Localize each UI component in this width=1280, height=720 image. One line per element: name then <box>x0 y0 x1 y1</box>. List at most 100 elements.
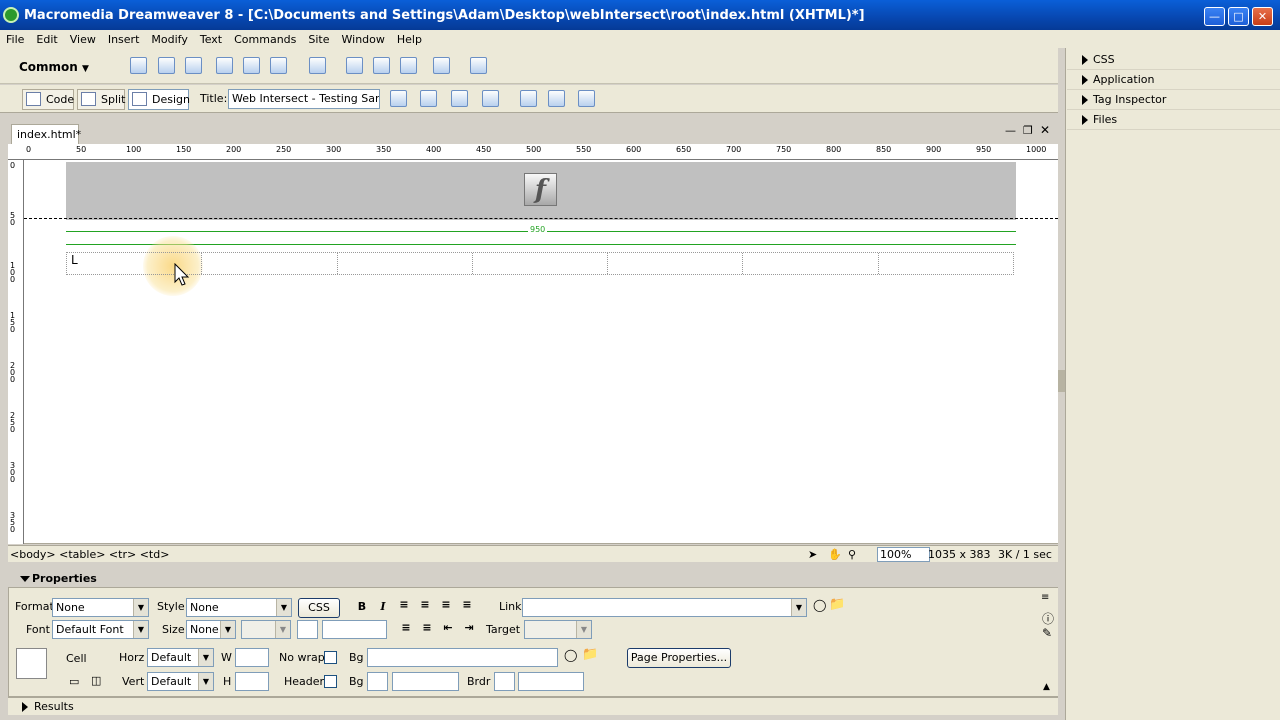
doc-restore-icon[interactable]: ❐ <box>1023 124 1033 137</box>
media-icon[interactable] <box>309 57 326 74</box>
email-link-icon[interactable] <box>158 57 175 74</box>
nowrap-checkbox[interactable] <box>324 651 337 664</box>
align-center-icon[interactable]: ≡ <box>417 598 433 611</box>
date-icon[interactable] <box>346 57 363 74</box>
close-button[interactable]: ✕ <box>1252 7 1273 26</box>
align-right-icon[interactable]: ≡ <box>438 598 454 611</box>
table-cell[interactable] <box>202 253 338 274</box>
point-to-file-icon[interactable]: ◯ <box>813 598 826 612</box>
unordered-list-icon[interactable]: ≡ <box>398 621 414 634</box>
preview-browser-icon[interactable] <box>482 90 499 107</box>
document-title-input[interactable]: Web Intersect - Testing Sandt <box>228 89 380 109</box>
minimize-button[interactable]: — <box>1204 7 1225 26</box>
page-properties-button[interactable]: Page Properties... <box>627 648 731 668</box>
quick-tag-editor-icon[interactable]: ✎ <box>1042 626 1052 640</box>
code-view-button[interactable]: Code <box>22 89 74 110</box>
format-select[interactable]: None ▼ <box>52 598 149 617</box>
bg-color-input[interactable] <box>392 672 459 691</box>
hand-tool-icon[interactable]: ✋ <box>828 547 842 562</box>
table-cell[interactable] <box>743 253 879 274</box>
properties-panel-header[interactable]: Properties <box>8 570 1060 587</box>
named-anchor-icon[interactable] <box>185 57 202 74</box>
zoom-tool-icon[interactable]: ⚲ <box>848 547 856 562</box>
zoom-select[interactable]: 100% <box>877 547 930 562</box>
merge-cells-icon[interactable]: ▭ <box>69 675 79 688</box>
visual-aids-icon[interactable] <box>578 90 595 107</box>
cell-height-input[interactable] <box>235 672 269 691</box>
layer-icon[interactable] <box>243 57 260 74</box>
header-checkbox[interactable] <box>324 675 337 688</box>
comment-icon[interactable] <box>400 57 417 74</box>
table-icon[interactable] <box>216 57 233 74</box>
menu-commands[interactable]: Commands <box>228 33 302 46</box>
options-menu-icon[interactable]: ≡ <box>1041 592 1049 603</box>
align-justify-icon[interactable]: ≡ <box>459 598 475 611</box>
bg-image-input[interactable] <box>367 648 558 667</box>
style-select[interactable]: None ▼ <box>186 598 292 617</box>
target-select[interactable]: ▼ <box>524 620 592 639</box>
point-to-file-icon[interactable]: ◯ <box>564 648 577 662</box>
panel-css[interactable]: CSS <box>1067 50 1280 70</box>
menu-help[interactable]: Help <box>391 33 428 46</box>
menu-text[interactable]: Text <box>194 33 228 46</box>
text-color-input[interactable] <box>322 620 387 639</box>
validate-icon[interactable] <box>390 90 407 107</box>
panel-application[interactable]: Application <box>1067 70 1280 90</box>
select-tool-icon[interactable]: ➤ <box>808 547 817 562</box>
menu-site[interactable]: Site <box>302 33 335 46</box>
splitter-grip[interactable] <box>1058 370 1065 392</box>
border-color-input[interactable] <box>518 672 584 691</box>
templates-icon[interactable] <box>433 57 450 74</box>
split-view-button[interactable]: Split <box>77 89 125 110</box>
split-cell-icon[interactable]: ◫ <box>91 674 101 687</box>
insert-category-select[interactable]: Common ▼ <box>19 60 89 74</box>
size-select[interactable]: None ▼ <box>186 620 236 639</box>
tag-chooser-icon[interactable] <box>470 57 487 74</box>
collapse-icon[interactable]: ▲ <box>1043 682 1050 692</box>
css-button[interactable]: CSS <box>298 598 340 618</box>
text-color-swatch[interactable] <box>297 620 318 639</box>
table-cell[interactable] <box>879 253 1013 274</box>
server-side-include-icon[interactable] <box>373 57 390 74</box>
cell-width-input[interactable] <box>235 648 269 667</box>
menu-view[interactable]: View <box>64 33 102 46</box>
doc-minimize-icon[interactable]: — <box>1005 124 1016 137</box>
document-tab[interactable]: index.html* <box>11 124 81 144</box>
indent-icon[interactable]: ⇥ <box>461 621 477 634</box>
font-select[interactable]: Default Font ▼ <box>52 620 149 639</box>
align-left-icon[interactable]: ≡ <box>396 598 412 611</box>
menu-edit[interactable]: Edit <box>30 33 63 46</box>
bold-icon[interactable]: B <box>354 600 370 613</box>
outdent-icon[interactable]: ⇤ <box>440 621 456 634</box>
border-color-swatch[interactable] <box>494 672 515 691</box>
vert-select[interactable]: Default ▼ <box>147 672 214 691</box>
menu-modify[interactable]: Modify <box>145 33 193 46</box>
upload-download-icon[interactable] <box>451 90 468 107</box>
panel-files[interactable]: Files <box>1067 110 1280 130</box>
refresh-icon[interactable] <box>520 90 537 107</box>
menu-window[interactable]: Window <box>336 33 391 46</box>
menu-insert[interactable]: Insert <box>102 33 146 46</box>
doc-close-icon[interactable]: ✕ <box>1040 123 1050 137</box>
browse-folder-icon[interactable]: 📁 <box>829 597 845 612</box>
view-options-icon[interactable] <box>548 90 565 107</box>
menu-file[interactable]: File <box>0 33 30 46</box>
tag-selector[interactable]: <body> <table> <tr> <td> <box>10 547 169 562</box>
ordered-list-icon[interactable]: ≡ <box>419 621 435 634</box>
italic-icon[interactable]: I <box>375 600 391 613</box>
maximize-button[interactable]: □ <box>1228 7 1249 26</box>
horz-select[interactable]: Default ▼ <box>147 648 214 667</box>
window-size[interactable]: 1035 x 383 <box>928 547 991 562</box>
link-input[interactable]: ▼ <box>522 598 807 617</box>
table-cell[interactable] <box>473 253 609 274</box>
help-icon[interactable]: ⓘ <box>1042 610 1054 627</box>
image-icon[interactable] <box>270 57 287 74</box>
results-panel-header[interactable]: Results <box>8 697 1060 715</box>
bg-color-swatch[interactable] <box>367 672 388 691</box>
browse-folder-icon[interactable]: 📁 <box>582 647 598 662</box>
panel-tag-inspector[interactable]: Tag Inspector <box>1067 90 1280 110</box>
file-management-icon[interactable] <box>420 90 437 107</box>
size-unit-select[interactable]: ▼ <box>241 620 291 639</box>
hyperlink-icon[interactable] <box>130 57 147 74</box>
table-cell[interactable] <box>608 253 744 274</box>
